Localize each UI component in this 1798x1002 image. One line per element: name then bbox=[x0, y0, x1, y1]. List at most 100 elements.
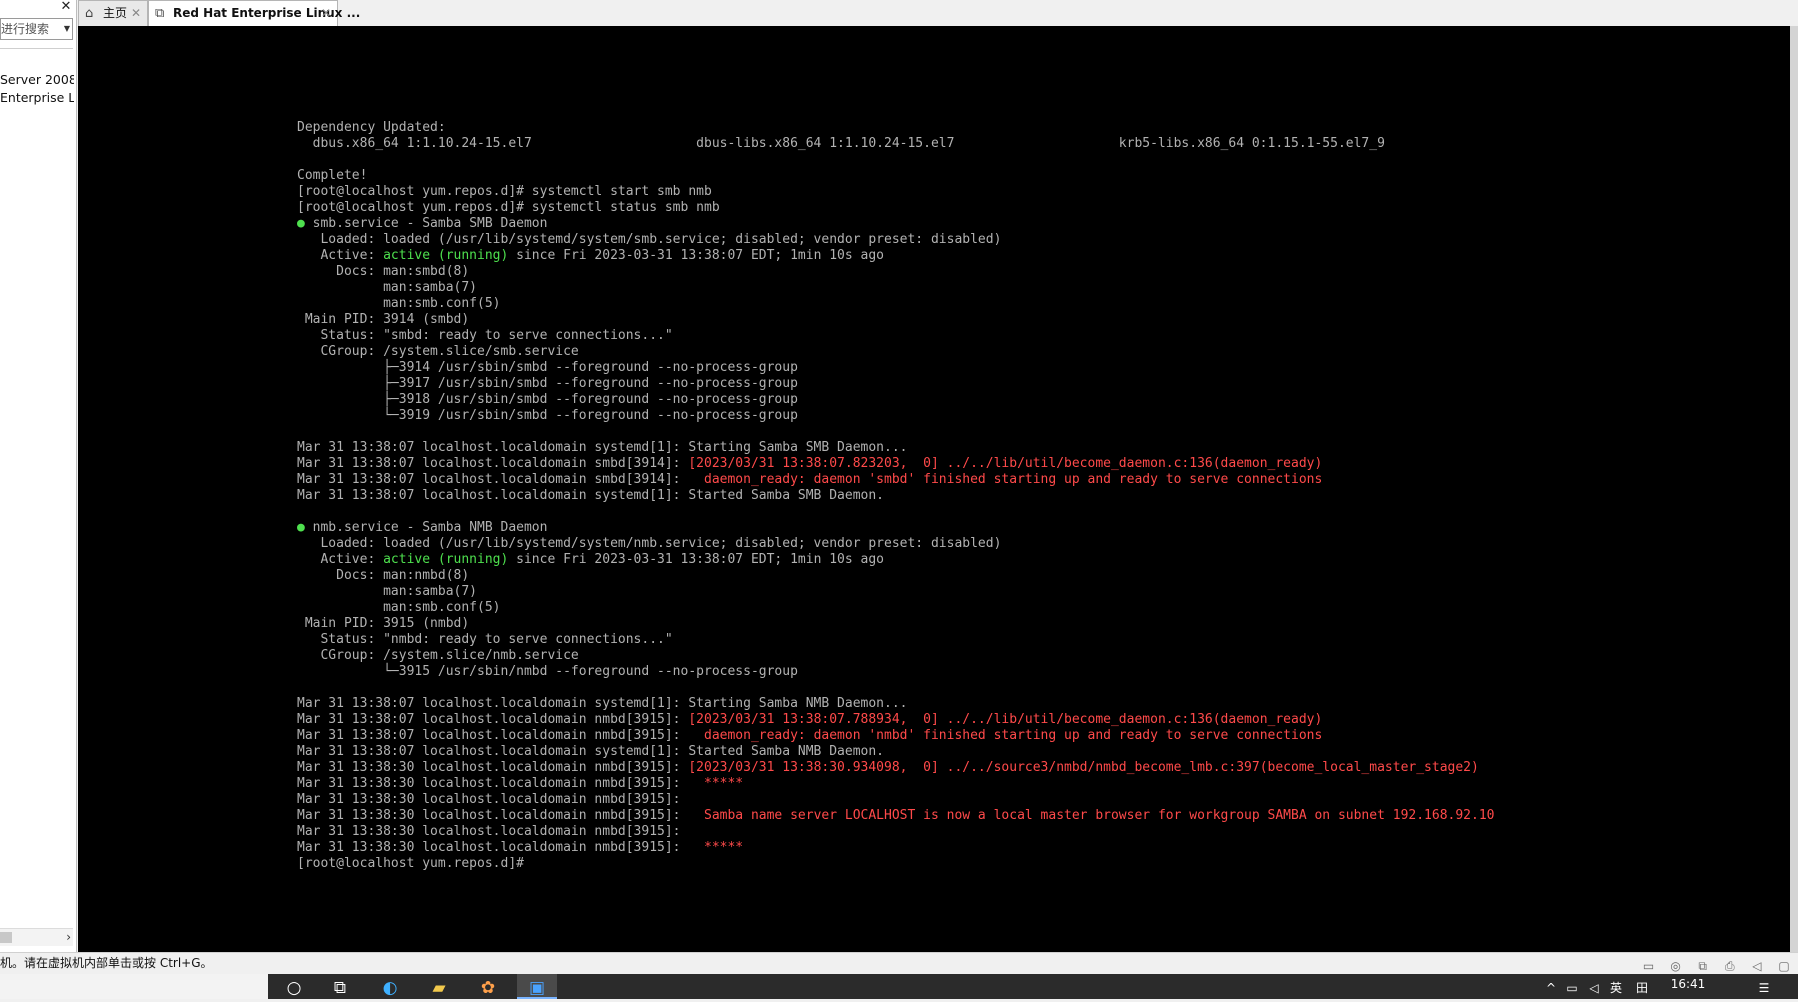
volume-icon[interactable]: ◁ bbox=[1586, 974, 1602, 999]
terminal-text: ***** bbox=[688, 776, 744, 791]
terminal-text: [root@localhost yum.repos.d]# systemctl … bbox=[297, 184, 712, 199]
terminal-line: Loaded: loaded (/usr/lib/systemd/system/… bbox=[297, 536, 1495, 552]
terminal-line: man:samba(7) bbox=[297, 280, 1495, 296]
terminal-line: ├─3914 /usr/sbin/smbd --foreground --no-… bbox=[297, 360, 1495, 376]
terminal-text: Mar 31 13:38:07 localhost.localdomain sm… bbox=[297, 472, 689, 487]
terminal-text: man:samba(7) bbox=[297, 584, 478, 599]
status-bullet-icon: ● bbox=[297, 520, 305, 535]
terminal-line: Mar 31 13:38:07 localhost.localdomain sm… bbox=[297, 456, 1495, 472]
terminal-text: Main PID: 3914 (smbd) bbox=[297, 312, 470, 327]
library-search-input[interactable]: 进行搜索 ▼ bbox=[0, 18, 73, 40]
terminal-text: smb.service - Samba SMB Daemon bbox=[304, 216, 548, 231]
vm-icon: ⧉ bbox=[155, 6, 165, 21]
terminal-text: nmb.service - Samba NMB Daemon bbox=[304, 520, 548, 535]
terminal-line: Loaded: loaded (/usr/lib/systemd/system/… bbox=[297, 232, 1495, 248]
tab-home-close-icon[interactable]: ✕ bbox=[131, 1, 141, 26]
library-item-enterprise-linux[interactable]: Enterprise Li bbox=[0, 89, 74, 107]
terminal-text: daemon_ready: daemon 'nmbd' finished sta… bbox=[688, 728, 1323, 743]
hard-disk-icon[interactable]: ▭ bbox=[1641, 958, 1657, 974]
tab-rhel-vm-label: Red Hat Enterprise Linux ... bbox=[173, 6, 361, 20]
terminal-text: ├─3914 /usr/sbin/smbd --foreground --no-… bbox=[297, 360, 798, 375]
sound-card-icon[interactable]: ◁ bbox=[1749, 958, 1765, 974]
scrollbar-thumb[interactable] bbox=[0, 932, 12, 943]
library-item-server-2008[interactable]: Server 2008 bbox=[0, 71, 74, 89]
terminal-line: man:smb.conf(5) bbox=[297, 600, 1495, 616]
terminal-text: since Fri 2023-03-31 13:38:07 EDT; 1min … bbox=[508, 552, 885, 567]
terminal-line: Docs: man:smbd(8) bbox=[297, 264, 1495, 280]
clock[interactable]: 16:41 bbox=[1668, 977, 1708, 991]
edge-browser-icon[interactable]: ◐ bbox=[370, 974, 410, 999]
terminal-text: Mar 31 13:38:07 localhost.localdomain sm… bbox=[297, 456, 689, 471]
terminal-line: Mar 31 13:38:30 localhost.localdomain nm… bbox=[297, 792, 1495, 808]
scroll-right-icon[interactable]: › bbox=[66, 929, 71, 946]
vm-console-area: Dependency Updated: dbus.x86_64 1:1.10.2… bbox=[78, 26, 1798, 952]
terminal-text: [root@localhost yum.repos.d]# bbox=[297, 856, 524, 871]
terminal-line: Main PID: 3915 (nmbd) bbox=[297, 616, 1495, 632]
tray-chevron-icon[interactable]: ^ bbox=[1544, 974, 1558, 999]
network-adapter-icon[interactable]: ⧉ bbox=[1695, 958, 1711, 974]
dropdown-arrow-icon[interactable]: ▼ bbox=[64, 19, 70, 39]
terminal-line: ├─3918 /usr/sbin/smbd --foreground --no-… bbox=[297, 392, 1495, 408]
status-bar: 机。请在虚拟机内部单击或按 Ctrl+G。 ▭ ◎ ⧉ ⎙ ◁ ▢ bbox=[0, 952, 1798, 974]
terminal-text: daemon_ready: daemon 'smbd' finished sta… bbox=[688, 472, 1323, 487]
tab-rhel-vm-close-icon[interactable]: ✕ bbox=[321, 1, 331, 26]
file-explorer-icon[interactable]: ▰ bbox=[419, 974, 459, 999]
terminal-text: man:smb.conf(5) bbox=[297, 600, 501, 615]
terminal-line: Mar 31 13:38:30 localhost.localdomain nm… bbox=[297, 824, 1495, 840]
printer-icon[interactable]: ⎙ bbox=[1722, 958, 1738, 974]
tab-rhel-vm[interactable]: ⧉ Red Hat Enterprise Linux ... ✕ bbox=[148, 0, 360, 26]
search-icon[interactable]: ○ bbox=[274, 974, 314, 999]
terminal-line: └─3915 /usr/sbin/nmbd --foreground --no-… bbox=[297, 664, 1495, 680]
device-icons: ▭ ◎ ⧉ ⎙ ◁ ▢ bbox=[1641, 955, 1798, 973]
terminal-text: └─3915 /usr/sbin/nmbd --foreground --no-… bbox=[297, 664, 798, 679]
network-icon[interactable]: ▭ bbox=[1564, 974, 1580, 999]
task-view-icon[interactable]: ⧉ bbox=[320, 974, 360, 999]
terminal-line: Complete! bbox=[297, 168, 1495, 184]
status-bullet-icon: ● bbox=[297, 216, 305, 231]
terminal-text: [2023/03/31 13:38:30.934098, 0] ../../so… bbox=[688, 760, 1479, 775]
message-icon[interactable]: ▢ bbox=[1776, 958, 1792, 974]
terminal-line: [root@localhost yum.repos.d]# systemctl … bbox=[297, 184, 1495, 200]
terminal-line: dbus.x86_64 1:1.10.24-15.el7 dbus-libs.x… bbox=[297, 136, 1495, 152]
terminal-line: ├─3917 /usr/sbin/smbd --foreground --no-… bbox=[297, 376, 1495, 392]
terminal-text: Mar 31 13:38:07 localhost.localdomain nm… bbox=[297, 712, 689, 727]
library-horizontal-scrollbar[interactable]: › bbox=[0, 928, 73, 946]
terminal-text: Status: "nmbd: ready to serve connection… bbox=[297, 632, 673, 647]
cd-rom-icon[interactable]: ◎ bbox=[1668, 958, 1684, 974]
terminal-text: Mar 31 13:38:30 localhost.localdomain nm… bbox=[297, 792, 681, 807]
notification-icon[interactable]: ☰ bbox=[1754, 974, 1774, 999]
ime-mode-icon[interactable]: 田 bbox=[1634, 974, 1650, 999]
terminal-text: ├─3917 /usr/sbin/smbd --foreground --no-… bbox=[297, 376, 798, 391]
terminal-text: ***** bbox=[688, 840, 744, 855]
terminal-line: [root@localhost yum.repos.d]# systemctl … bbox=[297, 200, 1495, 216]
terminal-text: Loaded: loaded (/usr/lib/systemd/system/… bbox=[297, 232, 1002, 247]
tab-bar: ⌂ 主页 ✕ ⧉ Red Hat Enterprise Linux ... ✕ bbox=[78, 0, 1798, 26]
terminal-line: Main PID: 3914 (smbd) bbox=[297, 312, 1495, 328]
terminal-text: ├─3918 /usr/sbin/smbd --foreground --no-… bbox=[297, 392, 798, 407]
library-close-button[interactable]: ✕ bbox=[58, 0, 74, 14]
terminal-line: man:samba(7) bbox=[297, 584, 1495, 600]
console-scroll-edge bbox=[1790, 26, 1798, 952]
terminal-line: Active: active (running) since Fri 2023-… bbox=[297, 248, 1495, 264]
terminal-text: CGroup: /system.slice/nmb.service bbox=[297, 648, 579, 663]
vm-console-screen[interactable]: Dependency Updated: dbus.x86_64 1:1.10.2… bbox=[78, 26, 1790, 952]
ime-language-icon[interactable]: 英 bbox=[1608, 974, 1624, 999]
terminal-line: Mar 31 13:38:07 localhost.localdomain sy… bbox=[297, 696, 1495, 712]
status-hint-text: 机。请在虚拟机内部单击或按 Ctrl+G。 bbox=[0, 956, 213, 970]
vmware-icon[interactable]: ▣ bbox=[517, 974, 557, 999]
tab-home[interactable]: ⌂ 主页 ✕ bbox=[78, 0, 148, 26]
terminal-text: Active: bbox=[297, 552, 384, 567]
tab-home-label: 主页 bbox=[103, 6, 128, 20]
app-flower-icon[interactable]: ✿ bbox=[468, 974, 508, 999]
windows-taskbar: ○ ⧉ ◐ ▰ ✿ ▣ ^ ▭ ◁ 英 田 16:41 ☰ bbox=[0, 974, 1798, 999]
terminal-text: man:smb.conf(5) bbox=[297, 296, 501, 311]
library-panel: ✕ 进行搜索 ▼ Server 2008 Enterprise Li › bbox=[0, 0, 77, 952]
terminal-line: └─3919 /usr/sbin/smbd --foreground --no-… bbox=[297, 408, 1495, 424]
terminal-text: Dependency Updated: bbox=[297, 120, 446, 135]
terminal-text: man:samba(7) bbox=[297, 280, 478, 295]
terminal-line: Status: "smbd: ready to serve connection… bbox=[297, 328, 1495, 344]
terminal-line: Mar 31 13:38:07 localhost.localdomain sy… bbox=[297, 440, 1495, 456]
terminal-text: Main PID: 3915 (nmbd) bbox=[297, 616, 470, 631]
